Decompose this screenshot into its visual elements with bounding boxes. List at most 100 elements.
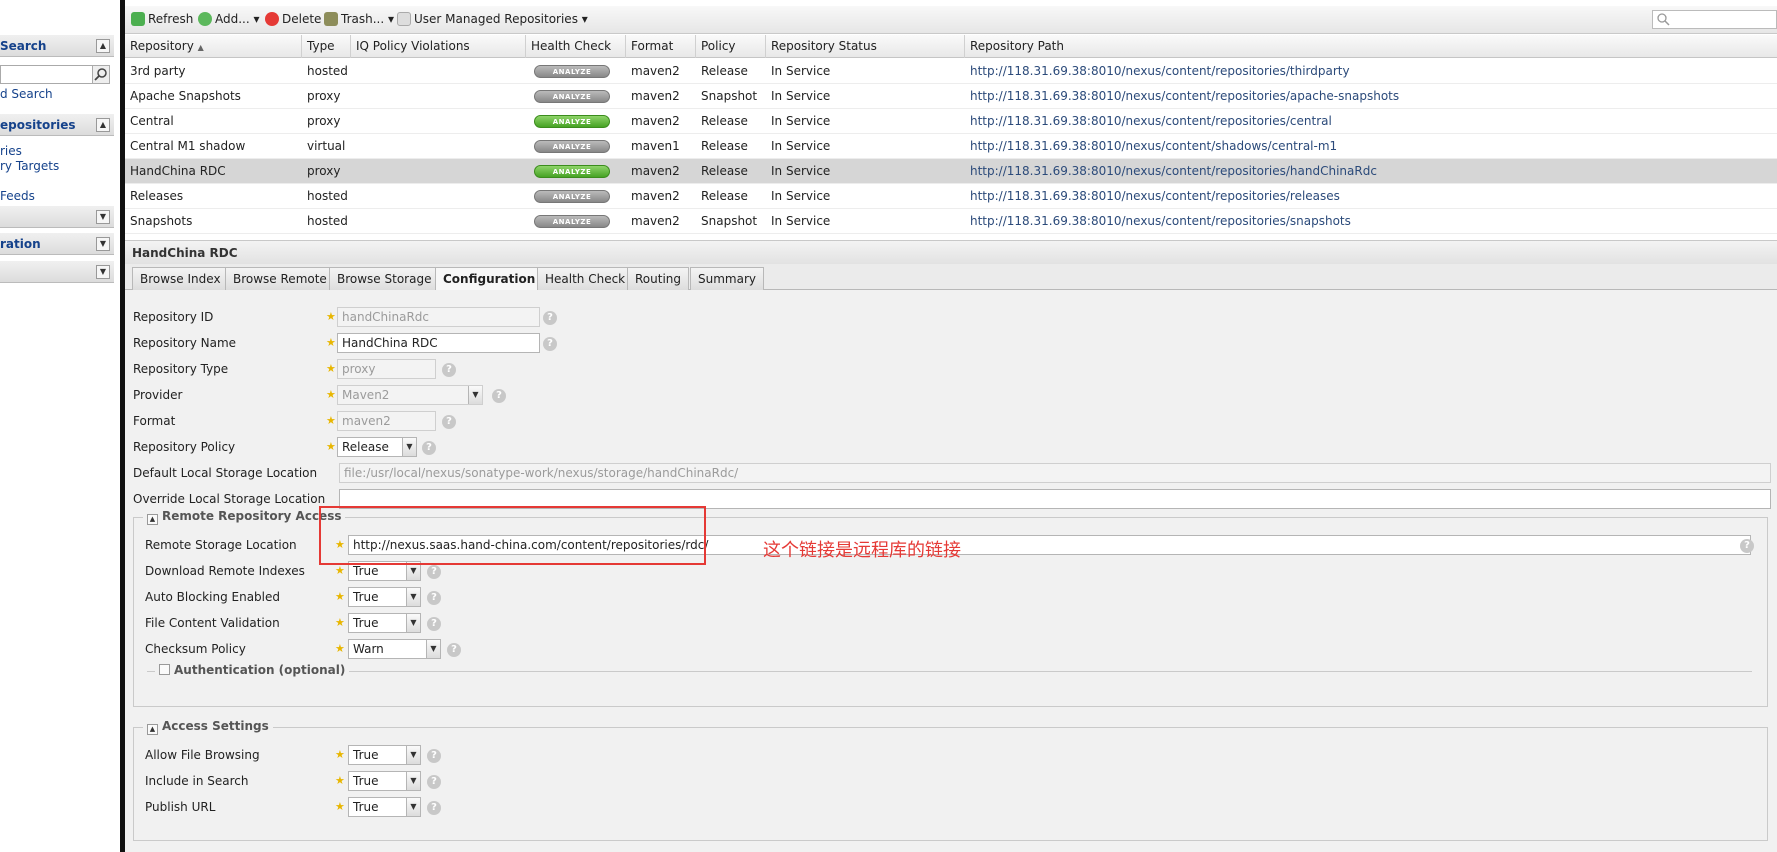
column-header-repository[interactable]: Repository ▲ xyxy=(125,35,302,58)
repository-policy-select[interactable]: Release ▼ xyxy=(337,437,417,457)
help-icon[interactable]: ? xyxy=(427,591,441,605)
table-row[interactable]: Apache Snapshots proxy ANALYZE maven2 Snapsh… xyxy=(125,84,1777,109)
sidebar-item-feeds[interactable]: Feeds xyxy=(0,189,35,203)
help-icon[interactable]: ? xyxy=(427,801,441,815)
chevron-down-icon[interactable]: ▼ xyxy=(406,614,420,632)
table-row[interactable]: Central proxy ANALYZE maven2 Release In Servi… xyxy=(125,109,1777,134)
tab-summary[interactable]: Summary xyxy=(690,267,764,290)
publish-url-select[interactable]: True ▼ xyxy=(348,797,421,817)
help-icon[interactable]: ? xyxy=(427,617,441,631)
analyze-button[interactable]: ANALYZE xyxy=(534,140,610,153)
analyze-button[interactable]: ANALYZE xyxy=(534,65,610,78)
help-icon[interactable]: ? xyxy=(543,337,557,351)
cell-path[interactable]: http://118.31.69.38:8010/nexus/content/r… xyxy=(965,109,1777,134)
cell-path[interactable]: http://118.31.69.38:8010/nexus/content/r… xyxy=(965,59,1777,84)
chevron-down-icon[interactable]: ▼ xyxy=(406,588,420,606)
help-icon[interactable]: ? xyxy=(543,311,557,325)
cell-path[interactable]: http://118.31.69.38:8010/nexus/content/r… xyxy=(965,159,1777,184)
column-header-type[interactable]: Type xyxy=(302,35,351,58)
access-settings-legend[interactable]: ▲ Access Settings xyxy=(143,719,273,735)
cell-path[interactable]: http://118.31.69.38:8010/nexus/content/s… xyxy=(965,134,1777,159)
cell-path[interactable]: http://118.31.69.38:8010/nexus/content/r… xyxy=(965,84,1777,109)
trash-button[interactable]: Trash... ▾ xyxy=(324,12,394,26)
checksum-policy-select[interactable]: Warn ▼ xyxy=(348,639,441,659)
repositories-panel-header[interactable]: epositories ▲ xyxy=(0,114,114,136)
analyze-button[interactable]: ANALYZE xyxy=(534,90,610,103)
analyze-button[interactable]: ANALYZE xyxy=(534,215,610,228)
tab-routing[interactable]: Routing xyxy=(627,267,690,290)
analyze-button[interactable]: ANALYZE xyxy=(534,115,610,128)
collapse-icon[interactable]: ▲ xyxy=(96,118,110,132)
advanced-search-link[interactable]: d Search xyxy=(0,87,53,101)
chevron-down-icon[interactable]: ▼ xyxy=(406,798,420,816)
column-header-iq-policy[interactable]: IQ Policy Violations xyxy=(351,35,526,58)
cell-path[interactable]: http://118.31.69.38:8010/nexus/content/r… xyxy=(965,209,1777,234)
cell-format: maven1 xyxy=(631,139,680,153)
help-icon[interactable]: ? xyxy=(442,415,456,429)
table-row[interactable]: HandChina RDC proxy ANALYZE maven2 Release In… xyxy=(125,159,1777,184)
cell-status: In Service xyxy=(771,114,831,128)
help-icon[interactable]: ? xyxy=(442,363,456,377)
remote-access-legend[interactable]: ▲ Remote Repository Access xyxy=(143,509,346,525)
expand-icon[interactable]: ▼ xyxy=(96,265,110,279)
sidebar-item-repository-targets[interactable]: ry Targets xyxy=(0,159,59,173)
table-row[interactable]: Central M1 shadow virtual ANALYZE maven1 Rel… xyxy=(125,134,1777,159)
filter-search-input[interactable] xyxy=(1652,10,1777,29)
allow-file-browsing-select[interactable]: True ▼ xyxy=(348,745,421,765)
column-header-path[interactable]: Repository Path xyxy=(965,35,1777,58)
column-header-format[interactable]: Format xyxy=(626,35,696,58)
help-icon[interactable]: ? xyxy=(1740,539,1754,553)
table-row[interactable]: Snapshots hosted ANALYZE maven2 Snapshot In S… xyxy=(125,209,1777,234)
collapse-icon[interactable]: ▲ xyxy=(147,514,158,525)
tab-configuration[interactable]: Configuration xyxy=(435,267,544,291)
repository-type-field: proxy xyxy=(337,359,436,379)
chevron-down-icon[interactable]: ▼ xyxy=(406,746,420,764)
help-icon[interactable]: ? xyxy=(447,643,461,657)
tab-browse-remote[interactable]: Browse Remote xyxy=(225,267,335,290)
refresh-button[interactable]: Refresh xyxy=(131,12,193,26)
help-icon[interactable]: ? xyxy=(427,775,441,789)
repository-name-field[interactable]: HandChina RDC xyxy=(337,333,540,353)
add-button[interactable]: Add... ▾ xyxy=(198,12,260,26)
table-row[interactable]: Releases hosted ANALYZE maven2 Release In Ser… xyxy=(125,184,1777,209)
cell-path[interactable]: http://118.31.69.38:8010/nexus/content/r… xyxy=(965,184,1777,209)
file-content-validation-select[interactable]: True ▼ xyxy=(348,613,421,633)
search-input[interactable] xyxy=(0,65,94,84)
checkbox[interactable] xyxy=(159,664,170,675)
authentication-legend[interactable]: Authentication (optional) xyxy=(155,663,350,677)
help-icon[interactable]: ? xyxy=(422,441,436,455)
help-icon[interactable]: ? xyxy=(427,565,441,579)
cell-type: hosted xyxy=(307,189,348,203)
tab-browse-index[interactable]: Browse Index xyxy=(132,267,229,290)
table-row[interactable]: 3rd party hosted ANALYZE maven2 Release In Se… xyxy=(125,59,1777,84)
cell-status: In Service xyxy=(771,164,831,178)
delete-button[interactable]: Delete xyxy=(265,12,321,26)
analyze-button[interactable]: ANALYZE xyxy=(534,190,610,203)
tab-browse-storage[interactable]: Browse Storage xyxy=(329,267,440,290)
collapse-icon[interactable]: ▲ xyxy=(96,39,110,53)
tab-health-check[interactable]: Health Check xyxy=(537,267,634,290)
add-icon xyxy=(198,12,212,26)
collapsed-panel-header[interactable]: ▼ xyxy=(0,206,114,228)
collapse-icon[interactable]: ▲ xyxy=(147,724,158,735)
collapsed-panel-header[interactable]: ▼ xyxy=(0,261,114,283)
column-header-status[interactable]: Repository Status xyxy=(766,35,965,58)
auto-blocking-select[interactable]: True ▼ xyxy=(348,587,421,607)
chevron-down-icon[interactable]: ▼ xyxy=(402,438,416,456)
column-header-policy[interactable]: Policy xyxy=(696,35,766,58)
chevron-down-icon[interactable]: ▼ xyxy=(426,640,440,658)
expand-icon[interactable]: ▼ xyxy=(96,210,110,224)
help-icon[interactable]: ? xyxy=(492,389,506,403)
help-icon[interactable]: ? xyxy=(427,749,441,763)
configuration-panel-header[interactable]: ration ▼ xyxy=(0,233,114,255)
include-in-search-select[interactable]: True ▼ xyxy=(348,771,421,791)
chevron-down-icon[interactable]: ▼ xyxy=(406,772,420,790)
column-header-health-check[interactable]: Health Check xyxy=(526,35,626,58)
search-icon[interactable] xyxy=(92,65,110,84)
search-panel-header[interactable]: Search ▲ xyxy=(0,35,114,57)
user-managed-repositories-button[interactable]: User Managed Repositories ▾ xyxy=(397,12,588,26)
required-star-icon: ★ xyxy=(335,564,345,577)
expand-icon[interactable]: ▼ xyxy=(96,237,110,251)
sidebar-item-repositories[interactable]: ries xyxy=(0,144,22,158)
analyze-button[interactable]: ANALYZE xyxy=(534,165,610,178)
